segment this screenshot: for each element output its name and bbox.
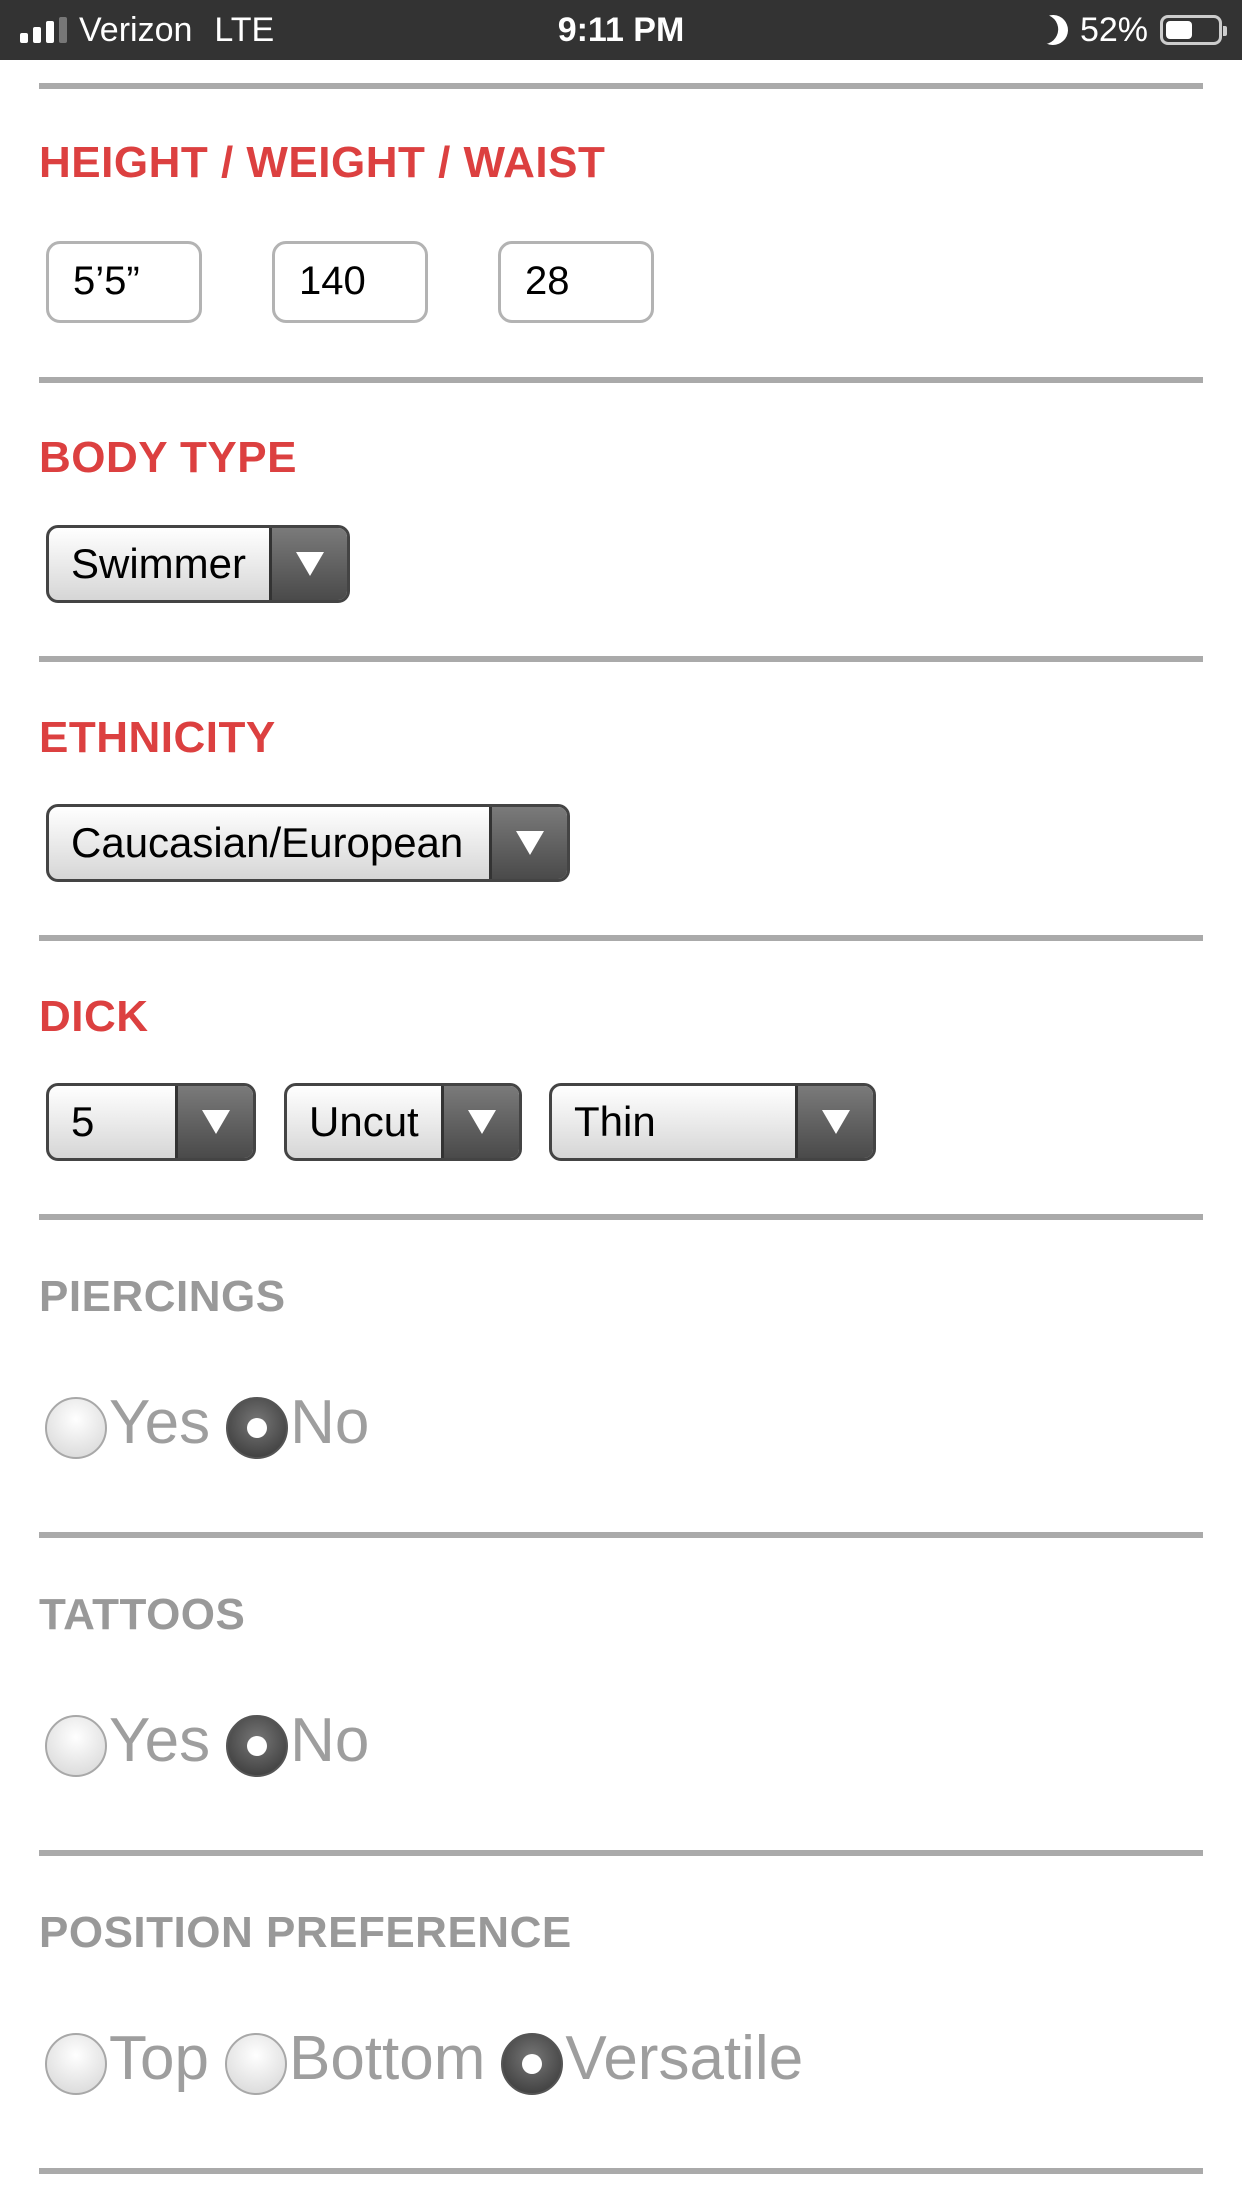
height-weight-waist-label: HEIGHT / WEIGHT / WAIST: [39, 138, 606, 187]
radio-button[interactable]: [501, 2033, 564, 2095]
radio-button[interactable]: [45, 1715, 107, 1777]
weight-field[interactable]: 140: [272, 241, 428, 323]
battery-icon: [1160, 15, 1227, 45]
waist-field[interactable]: 28: [498, 241, 654, 323]
radio-button[interactable]: [45, 1397, 107, 1459]
tattoos-option-no[interactable]: No: [226, 1705, 369, 1777]
radio-label[interactable]: Top: [109, 2023, 209, 2094]
height-field[interactable]: 5’5”: [46, 241, 202, 323]
ethnicity-value: Caucasian/European: [71, 819, 464, 866]
radio-label[interactable]: Yes: [109, 1387, 210, 1458]
ethnicity-label: ETHNICITY: [39, 713, 276, 762]
divider: [39, 1532, 1203, 1538]
piercings-label: PIERCINGS: [39, 1272, 286, 1321]
body-type-label: BODY TYPE: [39, 433, 297, 482]
radio-button[interactable]: [226, 1715, 289, 1777]
dropdown-button[interactable]: [441, 1086, 519, 1158]
tattoos-radio-group: Yes No: [45, 1700, 385, 1780]
body-type-select[interactable]: Swimmer: [46, 525, 350, 603]
position-preference-option-bottom[interactable]: Bottom: [224, 2023, 485, 2095]
status-bar: Verizon LTE 9:11 PM 52%: [0, 0, 1242, 60]
divider: [39, 656, 1203, 662]
chevron-down-icon: [515, 831, 544, 855]
dick-girth-value: Thin: [574, 1098, 656, 1145]
battery-fill: [1166, 21, 1192, 39]
tattoos-label: TATTOOS: [39, 1590, 246, 1639]
piercings-radio-group: Yes No: [45, 1382, 385, 1462]
divider: [39, 83, 1203, 89]
position-preference-label: POSITION PREFERENCE: [39, 1908, 572, 1957]
radio-label[interactable]: No: [290, 1387, 369, 1458]
radio-label[interactable]: Versatile: [565, 2023, 803, 2094]
ethnicity-select[interactable]: Caucasian/European: [46, 804, 570, 882]
divider: [39, 1214, 1203, 1220]
radio-button[interactable]: [45, 2033, 107, 2095]
tattoos-option-yes[interactable]: Yes: [45, 1705, 210, 1777]
piercings-option-yes[interactable]: Yes: [45, 1387, 210, 1459]
divider: [39, 2168, 1203, 2174]
chevron-down-icon: [821, 1110, 850, 1134]
moon-icon: [1034, 11, 1072, 49]
divider: [39, 1850, 1203, 1856]
radio-label[interactable]: Bottom: [289, 2023, 485, 2094]
dick-size-select[interactable]: 5: [46, 1083, 256, 1161]
radio-button[interactable]: [226, 1397, 289, 1459]
chevron-down-icon: [467, 1110, 496, 1134]
divider: [39, 935, 1203, 941]
position-preference-radio-group: Top Bottom Versatile: [45, 2018, 819, 2098]
chevron-down-icon: [201, 1110, 230, 1134]
radio-label[interactable]: No: [290, 1705, 369, 1776]
dick-size-value: 5: [71, 1098, 95, 1145]
dropdown-button[interactable]: [175, 1086, 253, 1158]
dropdown-button[interactable]: [795, 1086, 873, 1158]
chevron-down-icon: [295, 552, 324, 576]
status-right: 52%: [1038, 10, 1227, 50]
radio-button[interactable]: [224, 2033, 287, 2095]
body-type-value: Swimmer: [71, 540, 246, 587]
dick-girth-select[interactable]: Thin: [549, 1083, 876, 1161]
dick-label: DICK: [39, 992, 149, 1041]
position-preference-option-versatile[interactable]: Versatile: [501, 2023, 803, 2095]
position-preference-option-top[interactable]: Top: [45, 2023, 209, 2095]
battery-percent: 52%: [1079, 10, 1148, 49]
divider: [39, 377, 1203, 383]
dropdown-button[interactable]: [269, 528, 347, 600]
dick-cut-select[interactable]: Uncut: [284, 1083, 522, 1161]
radio-label[interactable]: Yes: [109, 1705, 210, 1776]
piercings-option-no[interactable]: No: [226, 1387, 369, 1459]
dropdown-button[interactable]: [489, 807, 567, 879]
dick-cut-value: Uncut: [309, 1098, 419, 1145]
